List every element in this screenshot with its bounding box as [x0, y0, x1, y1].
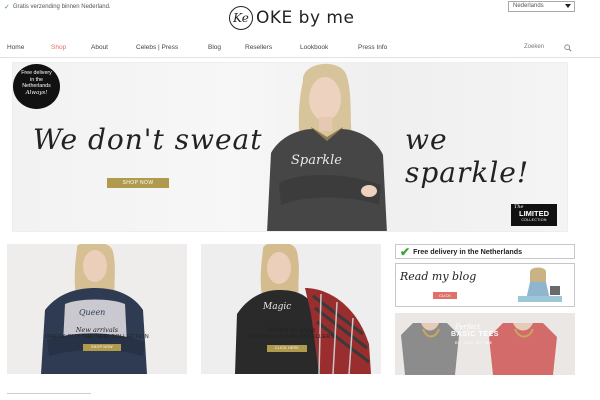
blog-title: Read my blog — [400, 270, 477, 283]
nav-item-shop[interactable]: Shop — [51, 44, 66, 51]
search-input[interactable]: Zoeken — [524, 44, 544, 50]
tile-script-caption: New arrivals — [75, 326, 119, 334]
limited-main: LIMITED — [519, 209, 549, 218]
language-select[interactable]: Nederlands — [508, 1, 575, 12]
illustration-image — [518, 267, 562, 302]
nav-item-resellers[interactable]: Resellers — [245, 44, 272, 51]
check-icon: ✔ — [400, 244, 411, 259]
nav-item-blog[interactable]: Blog — [208, 44, 221, 51]
language-value: Nederlands — [513, 3, 544, 9]
nav-item-lookbook[interactable]: Lookbook — [300, 44, 328, 51]
hero-slogan-left: We don't sweat — [33, 123, 263, 156]
resellers-tile[interactable]: Magic Where to shop CHECK OUT OUR RESELL… — [201, 244, 381, 374]
top-bar: ✓ Gratis verzending binnen Nederland. Ke… — [0, 0, 600, 34]
blog-banner[interactable]: Read my blog CLICK — [395, 263, 575, 307]
free-delivery-text: Free delivery in the Netherlands — [413, 247, 523, 256]
shipping-notice: ✓ Gratis verzending binnen Nederland. — [4, 3, 111, 11]
nav-item-about[interactable]: About — [91, 44, 108, 51]
search-icon[interactable] — [564, 44, 572, 52]
check-icon: ✓ — [4, 4, 10, 11]
main-nav: Home Shop About Celebs | Press Blog Rese… — [0, 42, 600, 58]
nav-item-press-info[interactable]: Press Info — [358, 44, 387, 51]
shop-now-button[interactable]: SHOP NOW — [107, 178, 169, 188]
basic-tees-banner[interactable]: Perfect BASIC TEES BY OKE BY ME — [395, 313, 575, 375]
hero-slogan-right: we sparkle! — [405, 123, 530, 189]
chevron-down-icon — [565, 4, 571, 8]
free-delivery-badge: Free delivery in the Netherlands Always! — [13, 64, 60, 109]
tees-script: Perfect — [455, 323, 481, 331]
site-logo[interactable]: Ke OKE by me — [229, 6, 354, 30]
tile-main-caption: CHECK OUT OUR RESELLERS — [247, 334, 335, 340]
logo-mark: Ke — [229, 6, 253, 30]
limited-collection-badge: The LIMITED COLLECTION — [511, 204, 557, 226]
badge-always: Always! — [25, 89, 48, 96]
shop-now-button[interactable]: SHOP NOW — [83, 344, 121, 351]
nav-item-celebs-press[interactable]: Celebs | Press — [136, 44, 178, 51]
blog-click-button[interactable]: CLICK — [433, 292, 457, 299]
shipping-text: Gratis verzending binnen Nederland. — [12, 4, 111, 10]
tile-shirt-print: Magic — [263, 302, 292, 312]
free-delivery-banner[interactable]: ✔ Free delivery in the Netherlands — [395, 244, 575, 259]
tees-title: BASIC TEES — [451, 331, 500, 338]
logo-wordmark: OKE by me — [256, 8, 355, 28]
tile-main-caption: CHECK OUT THE NEW COLLECTION — [44, 334, 150, 340]
divider — [7, 393, 91, 394]
shirt-print: Sparkle — [291, 153, 342, 168]
tile-script-caption: Where to shop — [267, 326, 315, 334]
model-photo — [267, 63, 387, 231]
nav-item-home[interactable]: Home — [7, 44, 24, 51]
hero-banner[interactable]: Sparkle Free delivery in the Netherlands… — [12, 62, 568, 232]
tees-subtitle: BY OKE BY ME — [455, 340, 493, 345]
limited-sub: COLLECTION — [521, 218, 547, 222]
tile-shirt-print: Queen — [79, 308, 106, 317]
click-here-button[interactable]: CLICK HERE — [267, 345, 307, 352]
new-arrivals-tile[interactable]: Queen New arrivals CHECK OUT THE NEW COL… — [7, 244, 187, 374]
